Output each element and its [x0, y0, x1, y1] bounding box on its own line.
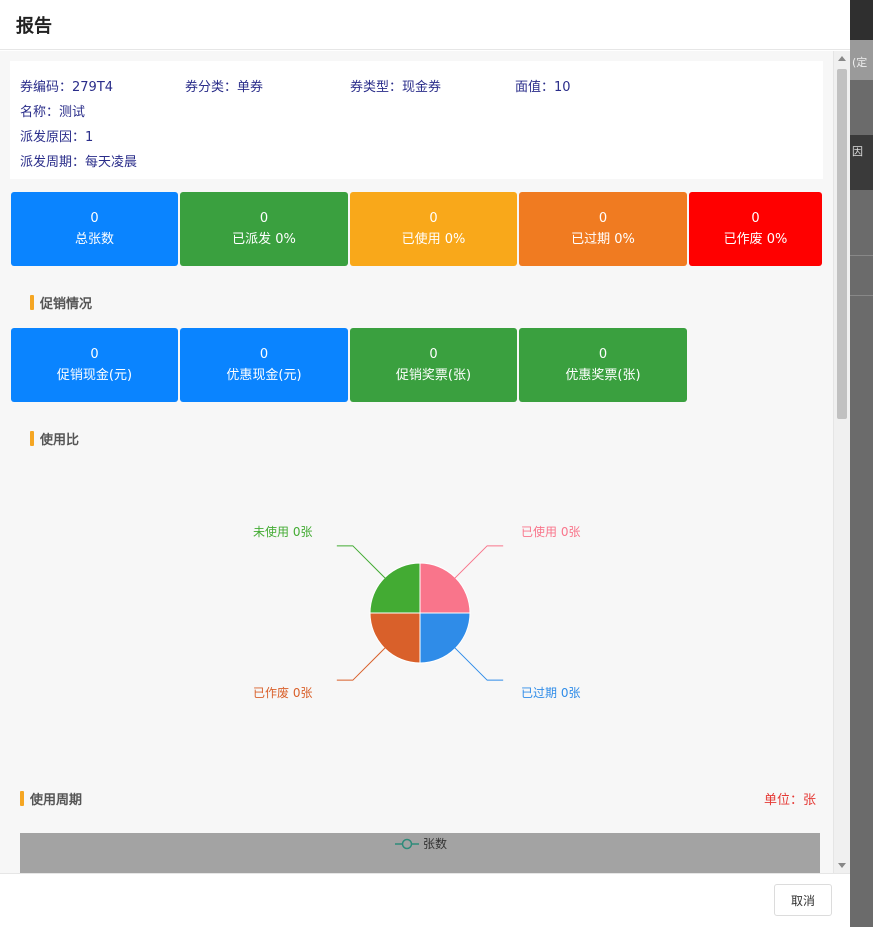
- stat-expired: 0 已过期 0%: [519, 192, 687, 266]
- cancel-button[interactable]: 取消: [774, 884, 832, 916]
- usage-section-title: 使用比: [30, 429, 79, 448]
- stat-promo-tickets: 0 促销奖票(张): [350, 328, 517, 402]
- stat-total: 0 总张数: [11, 192, 178, 266]
- background-text: 因: [852, 145, 863, 158]
- coupon-face-value: 面值：10: [515, 80, 571, 95]
- stat-issued: 0 已派发 0%: [180, 192, 348, 266]
- coupon-code: 券编码：279T4: [20, 80, 114, 95]
- pie-label-expired: 已过期 0张: [521, 686, 581, 700]
- promo-section-title: 促销情况: [30, 293, 92, 312]
- background-text: (定: [852, 56, 868, 69]
- legend-label: 张数: [423, 837, 448, 851]
- coupon-name: 名称：测试: [20, 105, 86, 120]
- cycle-section-title: 使用周期: [20, 789, 82, 808]
- promo-stats-row: 0 促销现金(元) 0 优惠现金(元) 0 促销奖票(张) 0 优惠奖票(张): [11, 328, 689, 402]
- pie-label-voided: 已作废 0张: [253, 686, 313, 700]
- unit-label: 单位：张: [764, 793, 817, 808]
- stat-voided: 0 已作废 0%: [689, 192, 822, 266]
- stat-discount-tickets: 0 优惠奖票(张): [519, 328, 687, 402]
- coupon-info: 券编码：279T4 券分类：单券 券类型：现金券 面值：10 名称：测试 派发原…: [10, 61, 823, 179]
- pie-leader-line: [336, 644, 389, 681]
- scrollbar-thumb[interactable]: [837, 69, 847, 419]
- usage-cycle-chart: 张数: [20, 833, 820, 873]
- coupon-category: 券分类：单券: [185, 80, 264, 95]
- dialog-body[interactable]: 券编码：279T4 券分类：单券 券类型：现金券 面值：10 名称：测试 派发原…: [0, 51, 850, 873]
- pie-leader-line: [336, 545, 389, 582]
- pie-leader-line: [451, 644, 504, 681]
- vertical-scrollbar[interactable]: [833, 51, 850, 873]
- background-page: (定 因: [850, 0, 873, 927]
- pie-label-unused: 未使用 0张: [253, 525, 313, 539]
- scroll-up-icon[interactable]: [838, 56, 846, 61]
- stat-promo-cash: 0 促销现金(元): [11, 328, 178, 402]
- coupon-type: 券类型：现金券: [350, 80, 442, 95]
- dialog-header: 报告: [0, 0, 850, 50]
- legend-line-icon: [395, 838, 419, 849]
- stat-used: 0 已使用 0%: [350, 192, 517, 266]
- coupon-reason: 派发原因：1: [20, 130, 94, 145]
- dialog-title: 报告: [16, 15, 52, 37]
- dialog-footer: 取消: [0, 873, 850, 927]
- coupon-period: 派发周期：每天凌晨: [20, 155, 138, 170]
- pie-chart-svg: [336, 545, 504, 681]
- pie-label-used: 已使用 0张: [521, 525, 581, 539]
- pie-leader-line: [451, 545, 504, 582]
- stats-row: 0 总张数 0 已派发 0% 0 已使用 0% 0 已过期 0% 0 已作废 0…: [11, 192, 824, 266]
- chart-legend[interactable]: 张数: [395, 835, 447, 852]
- report-dialog: 报告 券编码：279T4 券分类：单券 券类型：现金券 面值：10 名称：测试 …: [0, 0, 850, 927]
- scroll-down-icon[interactable]: [838, 863, 846, 868]
- stat-discount-cash: 0 优惠现金(元): [180, 328, 348, 402]
- usage-pie-chart: 已使用 0张 已过期 0张 已作废 0张 未使用 0张: [0, 481, 833, 781]
